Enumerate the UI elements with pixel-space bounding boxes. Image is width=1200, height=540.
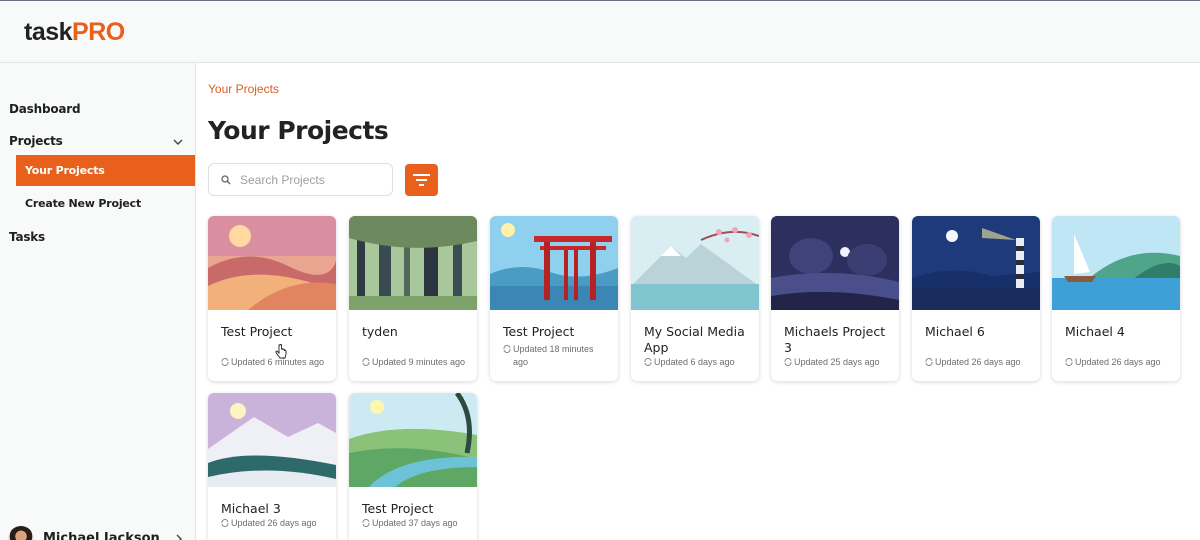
sidebar-item-dashboard[interactable]: Dashboard	[9, 102, 81, 116]
project-name: Michaels Project 3	[784, 324, 886, 355]
filter-icon	[413, 174, 430, 186]
refresh-icon	[925, 357, 933, 367]
project-updated-text: Updated 9 minutes ago	[372, 357, 466, 367]
project-updated: Updated 26 days ago	[1065, 356, 1175, 369]
filter-button[interactable]	[405, 164, 438, 196]
project-updated: Updated 9 minutes ago	[362, 356, 472, 369]
refresh-icon	[784, 357, 792, 367]
sidebar-item-tasks[interactable]: Tasks	[9, 230, 45, 244]
project-name: Michael 4	[1065, 324, 1125, 339]
user-profile[interactable]: Michael Jackson	[8, 526, 188, 540]
project-name: Test Project	[503, 324, 575, 339]
logo-text-pro: PRO	[72, 18, 125, 46]
project-updated-text: Updated 26 days ago	[1075, 357, 1161, 367]
project-card[interactable]: Michael 3 Updated 26 days ago	[208, 393, 336, 540]
project-updated-text: Updated 6 days ago	[654, 357, 735, 367]
project-card[interactable]: Test Project Updated 37 days ago	[349, 393, 477, 540]
project-name: Test Project	[221, 324, 293, 339]
breadcrumb[interactable]: Your Projects	[208, 82, 279, 96]
sailboat-lake-image	[1052, 216, 1180, 310]
project-card[interactable]: My Social Media App Updated 6 days ago	[631, 216, 759, 381]
project-card[interactable]: Test Project Updated 18 minutes ago	[490, 216, 618, 381]
app-logo[interactable]: taskPRO	[24, 18, 125, 47]
project-card[interactable]: Test Project Updated 6 minutes ago	[208, 216, 336, 381]
lighthouse-night-image	[912, 216, 1040, 310]
project-updated-text: Updated 25 days ago	[794, 357, 880, 367]
top-bar: taskPRO	[0, 0, 1200, 63]
river-valley-image	[349, 393, 477, 487]
project-card[interactable]: Michael 6 Updated 26 days ago	[912, 216, 1040, 381]
search-input[interactable]	[240, 170, 385, 190]
project-updated: Updated 26 days ago	[221, 517, 331, 530]
sidebar-item-projects[interactable]: Projects	[9, 134, 63, 148]
refresh-icon	[1065, 357, 1073, 367]
project-name: My Social Media App	[644, 324, 745, 355]
project-updated: Updated 26 days ago	[925, 356, 1035, 369]
project-card[interactable]: Michael 4 Updated 26 days ago	[1052, 216, 1180, 381]
chevron-right-icon[interactable]	[174, 533, 184, 540]
project-card[interactable]: Michaels Project 3 Updated 25 days ago	[771, 216, 899, 381]
page-title: Your Projects	[208, 116, 389, 145]
project-updated: Updated 6 days ago	[644, 356, 754, 369]
project-name: tyden	[362, 324, 398, 339]
refresh-icon	[221, 518, 229, 528]
hand-cursor-icon	[275, 344, 287, 359]
project-updated: Updated 25 days ago	[784, 356, 894, 369]
refresh-icon	[221, 357, 229, 367]
project-updated: Updated 18 minutes ago	[503, 343, 613, 369]
search-icon	[221, 175, 231, 185]
mountain-blossom-image	[631, 216, 759, 310]
project-name: Test Project	[362, 501, 434, 516]
user-name: Michael Jackson	[43, 531, 160, 540]
project-name: Michael 6	[925, 324, 985, 339]
sidebar: Dashboard Projects Your Projects Create …	[0, 63, 196, 540]
desert-sunset-image	[208, 216, 336, 310]
project-card[interactable]: tyden Updated 9 minutes ago	[349, 216, 477, 381]
snowy-mountain-image	[208, 393, 336, 487]
chevron-down-icon[interactable]	[172, 136, 184, 148]
refresh-icon	[362, 518, 370, 528]
project-updated-text: Updated 18 minutes ago	[513, 344, 594, 367]
project-updated: Updated 37 days ago	[362, 517, 472, 530]
forest-image	[349, 216, 477, 310]
refresh-icon	[362, 357, 370, 367]
project-updated-text: Updated 37 days ago	[372, 518, 458, 528]
search-box[interactable]	[208, 163, 393, 196]
logo-text-task: task	[24, 18, 73, 46]
refresh-icon	[644, 357, 652, 367]
project-updated-text: Updated 26 days ago	[935, 357, 1021, 367]
project-updated-text: Updated 26 days ago	[231, 518, 317, 528]
sidebar-item-create-new-project[interactable]: Create New Project	[16, 188, 195, 219]
night-moon-image	[771, 216, 899, 310]
project-name: Michael 3	[221, 501, 281, 516]
sidebar-item-your-projects[interactable]: Your Projects	[16, 155, 195, 186]
torii-gate-image	[490, 216, 618, 310]
avatar	[8, 526, 34, 540]
refresh-icon	[503, 344, 511, 354]
